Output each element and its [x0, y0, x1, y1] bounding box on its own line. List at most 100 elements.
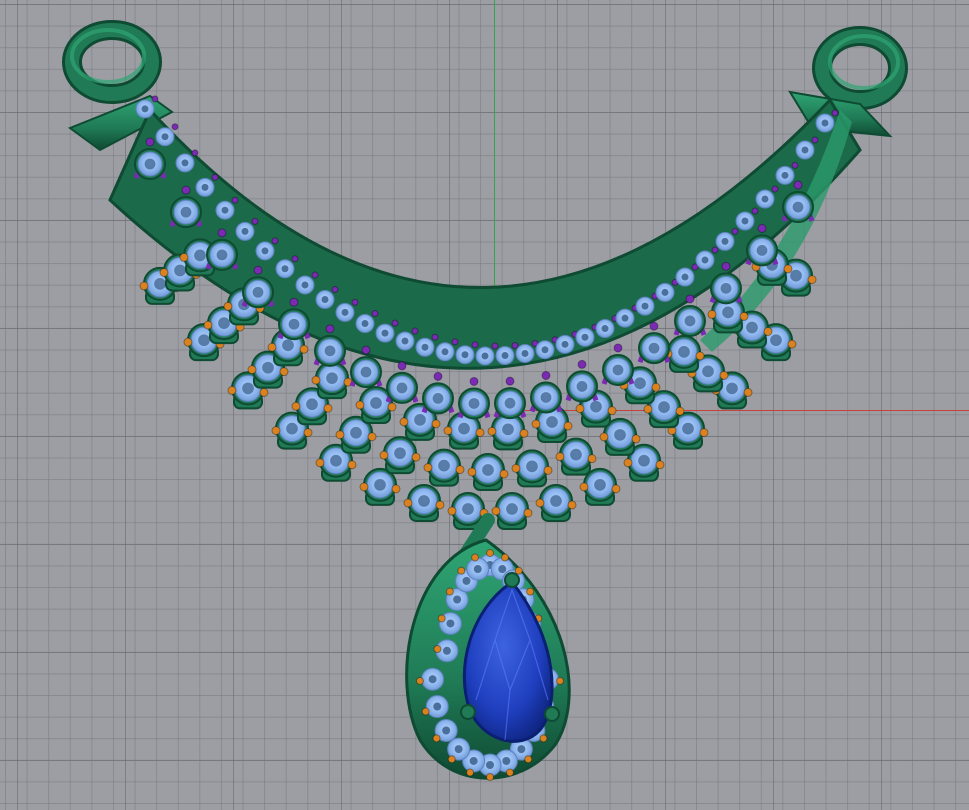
diamond-stone	[559, 437, 593, 472]
gold-bead	[455, 465, 465, 475]
diamond-stone	[134, 148, 166, 180]
halo-diamond-core	[486, 761, 494, 769]
amethyst-bead	[181, 185, 191, 195]
gold-bead	[651, 382, 661, 392]
gold-bead	[267, 342, 277, 352]
gold-bead	[335, 430, 345, 440]
gold-bead	[471, 553, 480, 562]
amethyst-bead	[431, 333, 439, 341]
diamond-stone	[530, 381, 562, 414]
gold-bead	[311, 375, 321, 385]
halo-diamond-core	[502, 756, 511, 765]
diamond-core	[321, 295, 329, 303]
gold-bead	[543, 465, 553, 475]
diamond-core	[161, 133, 169, 141]
gold-bead	[437, 614, 446, 623]
diamond-stone	[242, 276, 274, 309]
amethyst-bead	[793, 180, 803, 190]
necklace-model[interactable]	[0, 0, 969, 810]
amethyst-bead	[791, 161, 799, 169]
gold-bead	[379, 450, 389, 460]
diamond-core	[521, 349, 529, 357]
gold-bead	[623, 458, 633, 468]
diamond-core	[581, 333, 589, 341]
amethyst-bead	[211, 173, 219, 181]
diamond-core	[721, 237, 729, 245]
gold-bead	[299, 344, 309, 354]
halo-diamond-core	[428, 675, 437, 684]
gold-bead	[599, 432, 609, 442]
amethyst-bead	[325, 324, 335, 334]
gold-bead	[611, 484, 621, 494]
amethyst-bead	[469, 376, 479, 386]
diamond-stone	[602, 353, 634, 386]
diamond-stone	[471, 452, 505, 487]
gold-bead	[555, 452, 565, 462]
amethyst-bead	[731, 227, 739, 235]
gold-bead	[179, 252, 189, 262]
diamond-core	[781, 171, 789, 179]
gold-bead	[433, 645, 442, 654]
diamond-core	[501, 352, 509, 360]
gold-bead	[159, 267, 169, 277]
amethyst-bead	[711, 246, 719, 254]
diamond-stone	[667, 334, 701, 369]
diamond-stone	[458, 387, 490, 420]
diamond-stone	[495, 491, 529, 526]
3d-viewport[interactable]	[0, 0, 969, 810]
amethyst-bead	[577, 359, 587, 369]
amethyst-bead	[151, 95, 159, 103]
amethyst-bead	[371, 310, 379, 318]
diamond-core	[541, 346, 549, 354]
gold-bead	[431, 419, 441, 429]
diamond-stone	[422, 382, 454, 415]
diamond-core	[741, 217, 749, 225]
halo-diamond-core	[442, 646, 451, 655]
halo-diamond-core	[498, 565, 507, 574]
gold-bead	[500, 553, 509, 562]
gold-bead	[579, 482, 589, 492]
gold-bead	[432, 734, 441, 743]
amethyst-bead	[171, 123, 179, 131]
gold-bead	[367, 432, 377, 442]
gold-bead	[763, 326, 773, 336]
gold-bead	[743, 387, 753, 397]
amethyst-bead	[351, 298, 359, 306]
amethyst-bead	[433, 371, 443, 381]
diamond-core	[441, 348, 449, 356]
halo-diamond-core	[453, 595, 462, 604]
gold-bead	[203, 320, 213, 330]
amethyst-bead	[721, 261, 731, 271]
diamond-stone	[674, 304, 706, 337]
gold-bead	[523, 508, 533, 518]
gold-bead	[487, 426, 497, 436]
diamond-core	[481, 352, 489, 360]
pendant	[405, 513, 571, 781]
diamond-stone	[746, 234, 778, 267]
diamond-core	[141, 105, 149, 113]
amethyst-bead	[751, 207, 759, 215]
gold-bead	[575, 404, 585, 414]
gold-bead	[695, 351, 705, 361]
amethyst-bead	[391, 319, 399, 327]
gold-bead	[411, 452, 421, 462]
halo-diamond-core	[442, 726, 451, 735]
gold-bead	[421, 707, 430, 716]
amethyst-bead	[191, 149, 199, 157]
diamond-core	[341, 308, 349, 316]
halo-diamond-core	[469, 756, 478, 765]
halo-diamond-core	[473, 565, 482, 574]
gold-bead	[631, 434, 641, 444]
diamond-stone	[638, 332, 670, 365]
gold-bead	[675, 406, 685, 416]
gold-bead	[655, 460, 665, 470]
gold-bead	[524, 755, 533, 764]
gold-bead	[387, 402, 397, 412]
amethyst-bead	[251, 217, 259, 225]
gold-bead	[531, 419, 541, 429]
gold-bead	[139, 281, 149, 291]
gold-bead	[303, 428, 313, 438]
diamond-stone	[206, 238, 238, 271]
gold-bead	[699, 428, 709, 438]
gold-bead	[399, 417, 409, 427]
